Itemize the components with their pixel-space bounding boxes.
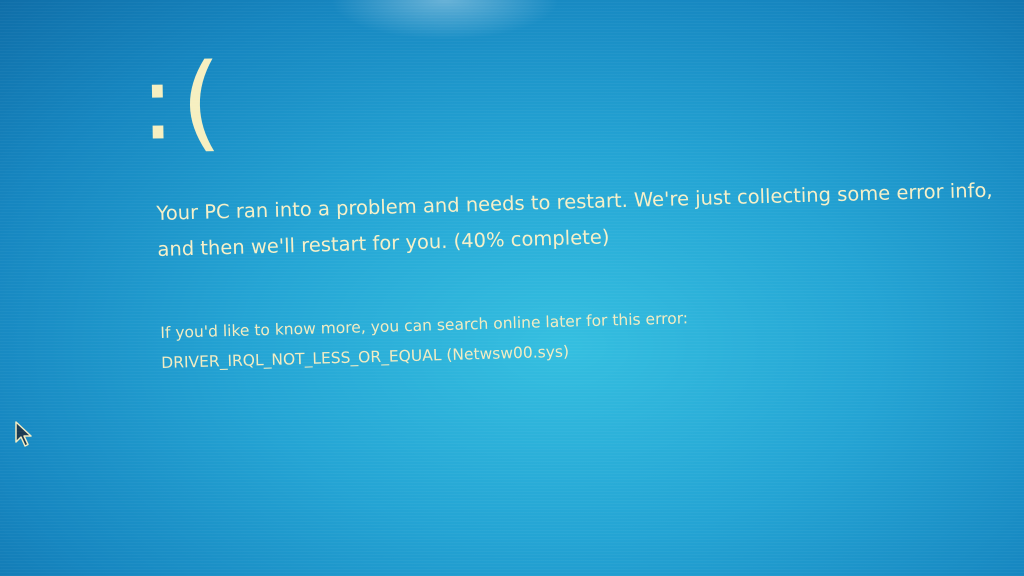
sad-face-emoticon: :( [138, 40, 229, 164]
screen-glare [330, 0, 560, 40]
error-message: Your PC ran into a problem and needs to … [156, 178, 993, 261]
more-info-block: If you'd like to know more, you can sear… [160, 298, 861, 378]
mouse-pointer-icon [14, 420, 38, 448]
blue-screen-of-death: :( Your PC ran into a problem and needs … [0, 0, 1024, 576]
